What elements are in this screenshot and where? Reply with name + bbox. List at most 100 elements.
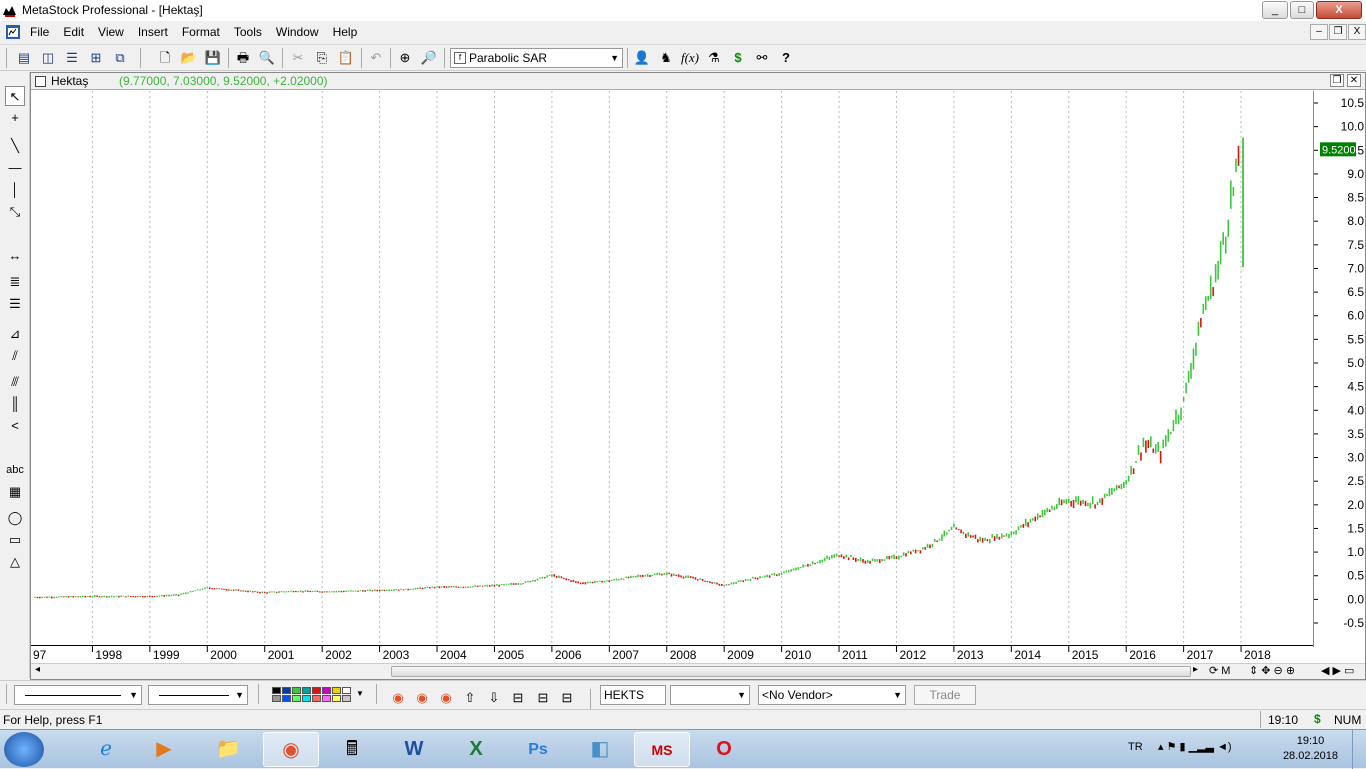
start-icon[interactable] xyxy=(4,732,44,767)
cascade-icon[interactable]: ⧉ xyxy=(110,48,130,68)
move-down-icon[interactable]: ⇩ xyxy=(484,688,504,708)
color-swatch[interactable] xyxy=(302,687,311,694)
color-swatch[interactable] xyxy=(292,695,301,702)
color-swatch[interactable] xyxy=(342,695,351,702)
scroll-left-icon[interactable]: ◂ xyxy=(35,664,40,675)
copy-icon[interactable]: ⎘ xyxy=(312,48,332,68)
color-palette[interactable] xyxy=(272,687,356,703)
speed-lines-icon[interactable]: ⊿ xyxy=(5,324,25,344)
menu-window[interactable]: Window xyxy=(269,21,326,43)
text-tool-icon[interactable]: abc xyxy=(5,460,25,480)
tile-horizontal-icon[interactable]: ☰ xyxy=(62,48,82,68)
color-swatch[interactable] xyxy=(332,687,341,694)
cycle-lines-icon[interactable]: ⤡ xyxy=(5,202,25,222)
crosshair-icon[interactable]: ⊕ xyxy=(395,48,415,68)
pointer-icon[interactable]: ↖ xyxy=(5,86,25,106)
help-icon[interactable]: ? xyxy=(776,48,796,68)
color-swatch[interactable] xyxy=(272,695,281,702)
print-icon[interactable]: 🖶 xyxy=(233,48,253,68)
tile-grid-icon[interactable]: ⊞ xyxy=(86,48,106,68)
expert-icon[interactable]: 👤 xyxy=(632,48,652,68)
rectangle-icon[interactable]: ▭ xyxy=(5,530,25,550)
move-up-icon[interactable]: ⇧ xyxy=(460,688,480,708)
system-tester-icon[interactable]: ♞ xyxy=(656,48,676,68)
minimize-button[interactable]: _ xyxy=(1262,1,1288,19)
scroll-thumb[interactable] xyxy=(391,666,1191,677)
vendor-dropdown[interactable]: <No Vendor> ▼ xyxy=(758,685,906,705)
gann-fan-icon[interactable]: ⫻ xyxy=(5,372,25,392)
window-layout-icon-1[interactable]: ⊟ xyxy=(508,688,528,708)
new-chart-icon[interactable]: ▤ xyxy=(14,48,34,68)
line-weight-dropdown[interactable]: ▼ xyxy=(148,685,248,705)
color-swatch[interactable] xyxy=(292,687,301,694)
zoom-chart-icon[interactable]: ⟳ M xyxy=(1209,664,1230,677)
color-swatch[interactable] xyxy=(272,687,281,694)
color-swatch[interactable] xyxy=(302,695,311,702)
mdi-restore-button[interactable]: ❐ xyxy=(1329,24,1347,40)
menu-insert[interactable]: Insert xyxy=(131,21,175,43)
close-button[interactable]: X xyxy=(1316,1,1362,19)
scroll-right-icon[interactable]: ▸ xyxy=(1193,664,1198,675)
chrome-style-icon-2[interactable]: ◉ xyxy=(412,688,432,708)
new-icon[interactable]: 🗋 xyxy=(155,48,175,68)
cut-icon[interactable]: ✂ xyxy=(288,48,308,68)
explorer-tool-icon[interactable]: ⚗ xyxy=(704,48,724,68)
color-swatch[interactable] xyxy=(282,695,291,702)
indicator-dropdown[interactable]: f Parabolic SAR ▼ xyxy=(450,48,623,68)
menu-edit[interactable]: Edit xyxy=(56,21,91,43)
color-swatch[interactable] xyxy=(312,687,321,694)
mdi-minimize-button[interactable]: – xyxy=(1310,24,1328,40)
binoculars-icon[interactable]: ⚯ xyxy=(752,48,772,68)
time-zones-icon[interactable]: ║ xyxy=(5,394,25,414)
menu-format[interactable]: Format xyxy=(175,21,227,43)
mdi-close-button[interactable]: X xyxy=(1348,24,1366,40)
save-icon[interactable]: 💾 xyxy=(203,48,223,68)
metastock-icon[interactable]: MS xyxy=(634,732,690,767)
vertical-line-icon[interactable]: │ xyxy=(5,180,25,200)
price-plot[interactable] xyxy=(31,91,1313,647)
window-layout-icon-2[interactable]: ⊟ xyxy=(533,688,553,708)
color-swatch[interactable] xyxy=(342,687,351,694)
language-indicator[interactable]: TR xyxy=(1128,741,1143,753)
color-swatch[interactable] xyxy=(312,695,321,702)
retracement-icon[interactable]: ☰ xyxy=(5,294,25,314)
horizontal-scrollbar[interactable]: ◂ ▸ ⟳ M ⇕ ✥ ⊖ ⊕ ◀ ▶ ▭ xyxy=(31,663,1365,679)
undo-icon[interactable]: ↶ xyxy=(366,48,386,68)
photoshop-icon[interactable]: Ps xyxy=(510,732,566,767)
crosshair-tool-icon[interactable]: + xyxy=(5,108,25,128)
color-swatch[interactable] xyxy=(322,695,331,702)
paste-icon[interactable]: 📋 xyxy=(336,48,356,68)
chart-close-button[interactable]: ✕ xyxy=(1347,74,1361,87)
trendline-icon[interactable]: ╲ xyxy=(5,136,25,156)
symbol-field[interactable]: HEKTS xyxy=(600,685,666,705)
chart-restore-button[interactable]: ❐ xyxy=(1330,74,1344,87)
color-swatch[interactable] xyxy=(282,687,291,694)
menu-file[interactable]: File xyxy=(23,21,56,43)
media-player-icon[interactable]: ▶ xyxy=(136,732,192,767)
notes-icon[interactable]: ◧ xyxy=(572,732,628,767)
scroll-arrows-icon[interactable]: ↔ xyxy=(5,246,25,266)
tile-vertical-icon[interactable]: ◫ xyxy=(38,48,58,68)
fibonacci-icon[interactable]: ≣ xyxy=(5,272,25,292)
horizontal-line-icon[interactable]: — xyxy=(5,158,25,178)
menu-view[interactable]: View xyxy=(91,21,131,43)
ellipse-icon[interactable]: ◯ xyxy=(5,508,25,528)
arc-icon[interactable]: < xyxy=(5,416,25,436)
ie-icon[interactable]: ℯ xyxy=(78,732,134,767)
open-icon[interactable]: 📂 xyxy=(179,48,199,68)
zoom-icon[interactable]: 🔎 xyxy=(419,48,439,68)
table-tool-icon[interactable]: ▦ xyxy=(5,482,25,502)
window-layout-icon-3[interactable]: ⊟ xyxy=(557,688,577,708)
chrome-style-icon-1[interactable]: ◉ xyxy=(388,688,408,708)
excel-icon[interactable]: X xyxy=(448,732,504,767)
fan-lines-icon[interactable]: ⫽ xyxy=(5,346,25,366)
page-arrows-icon[interactable]: ◀ ▶ ▭ xyxy=(1321,664,1354,677)
chevron-down-icon[interactable]: ▼ xyxy=(356,689,364,698)
trade-button[interactable]: Trade xyxy=(914,685,976,705)
line-style-dropdown[interactable]: ▼ xyxy=(14,685,142,705)
period-dropdown[interactable]: ▼ xyxy=(670,685,750,705)
color-swatch[interactable] xyxy=(322,687,331,694)
axis-tools-icon[interactable]: ⇕ ✥ ⊖ ⊕ xyxy=(1249,664,1295,677)
triangle-icon[interactable]: △ xyxy=(5,552,25,572)
word-icon[interactable]: W xyxy=(386,732,442,767)
